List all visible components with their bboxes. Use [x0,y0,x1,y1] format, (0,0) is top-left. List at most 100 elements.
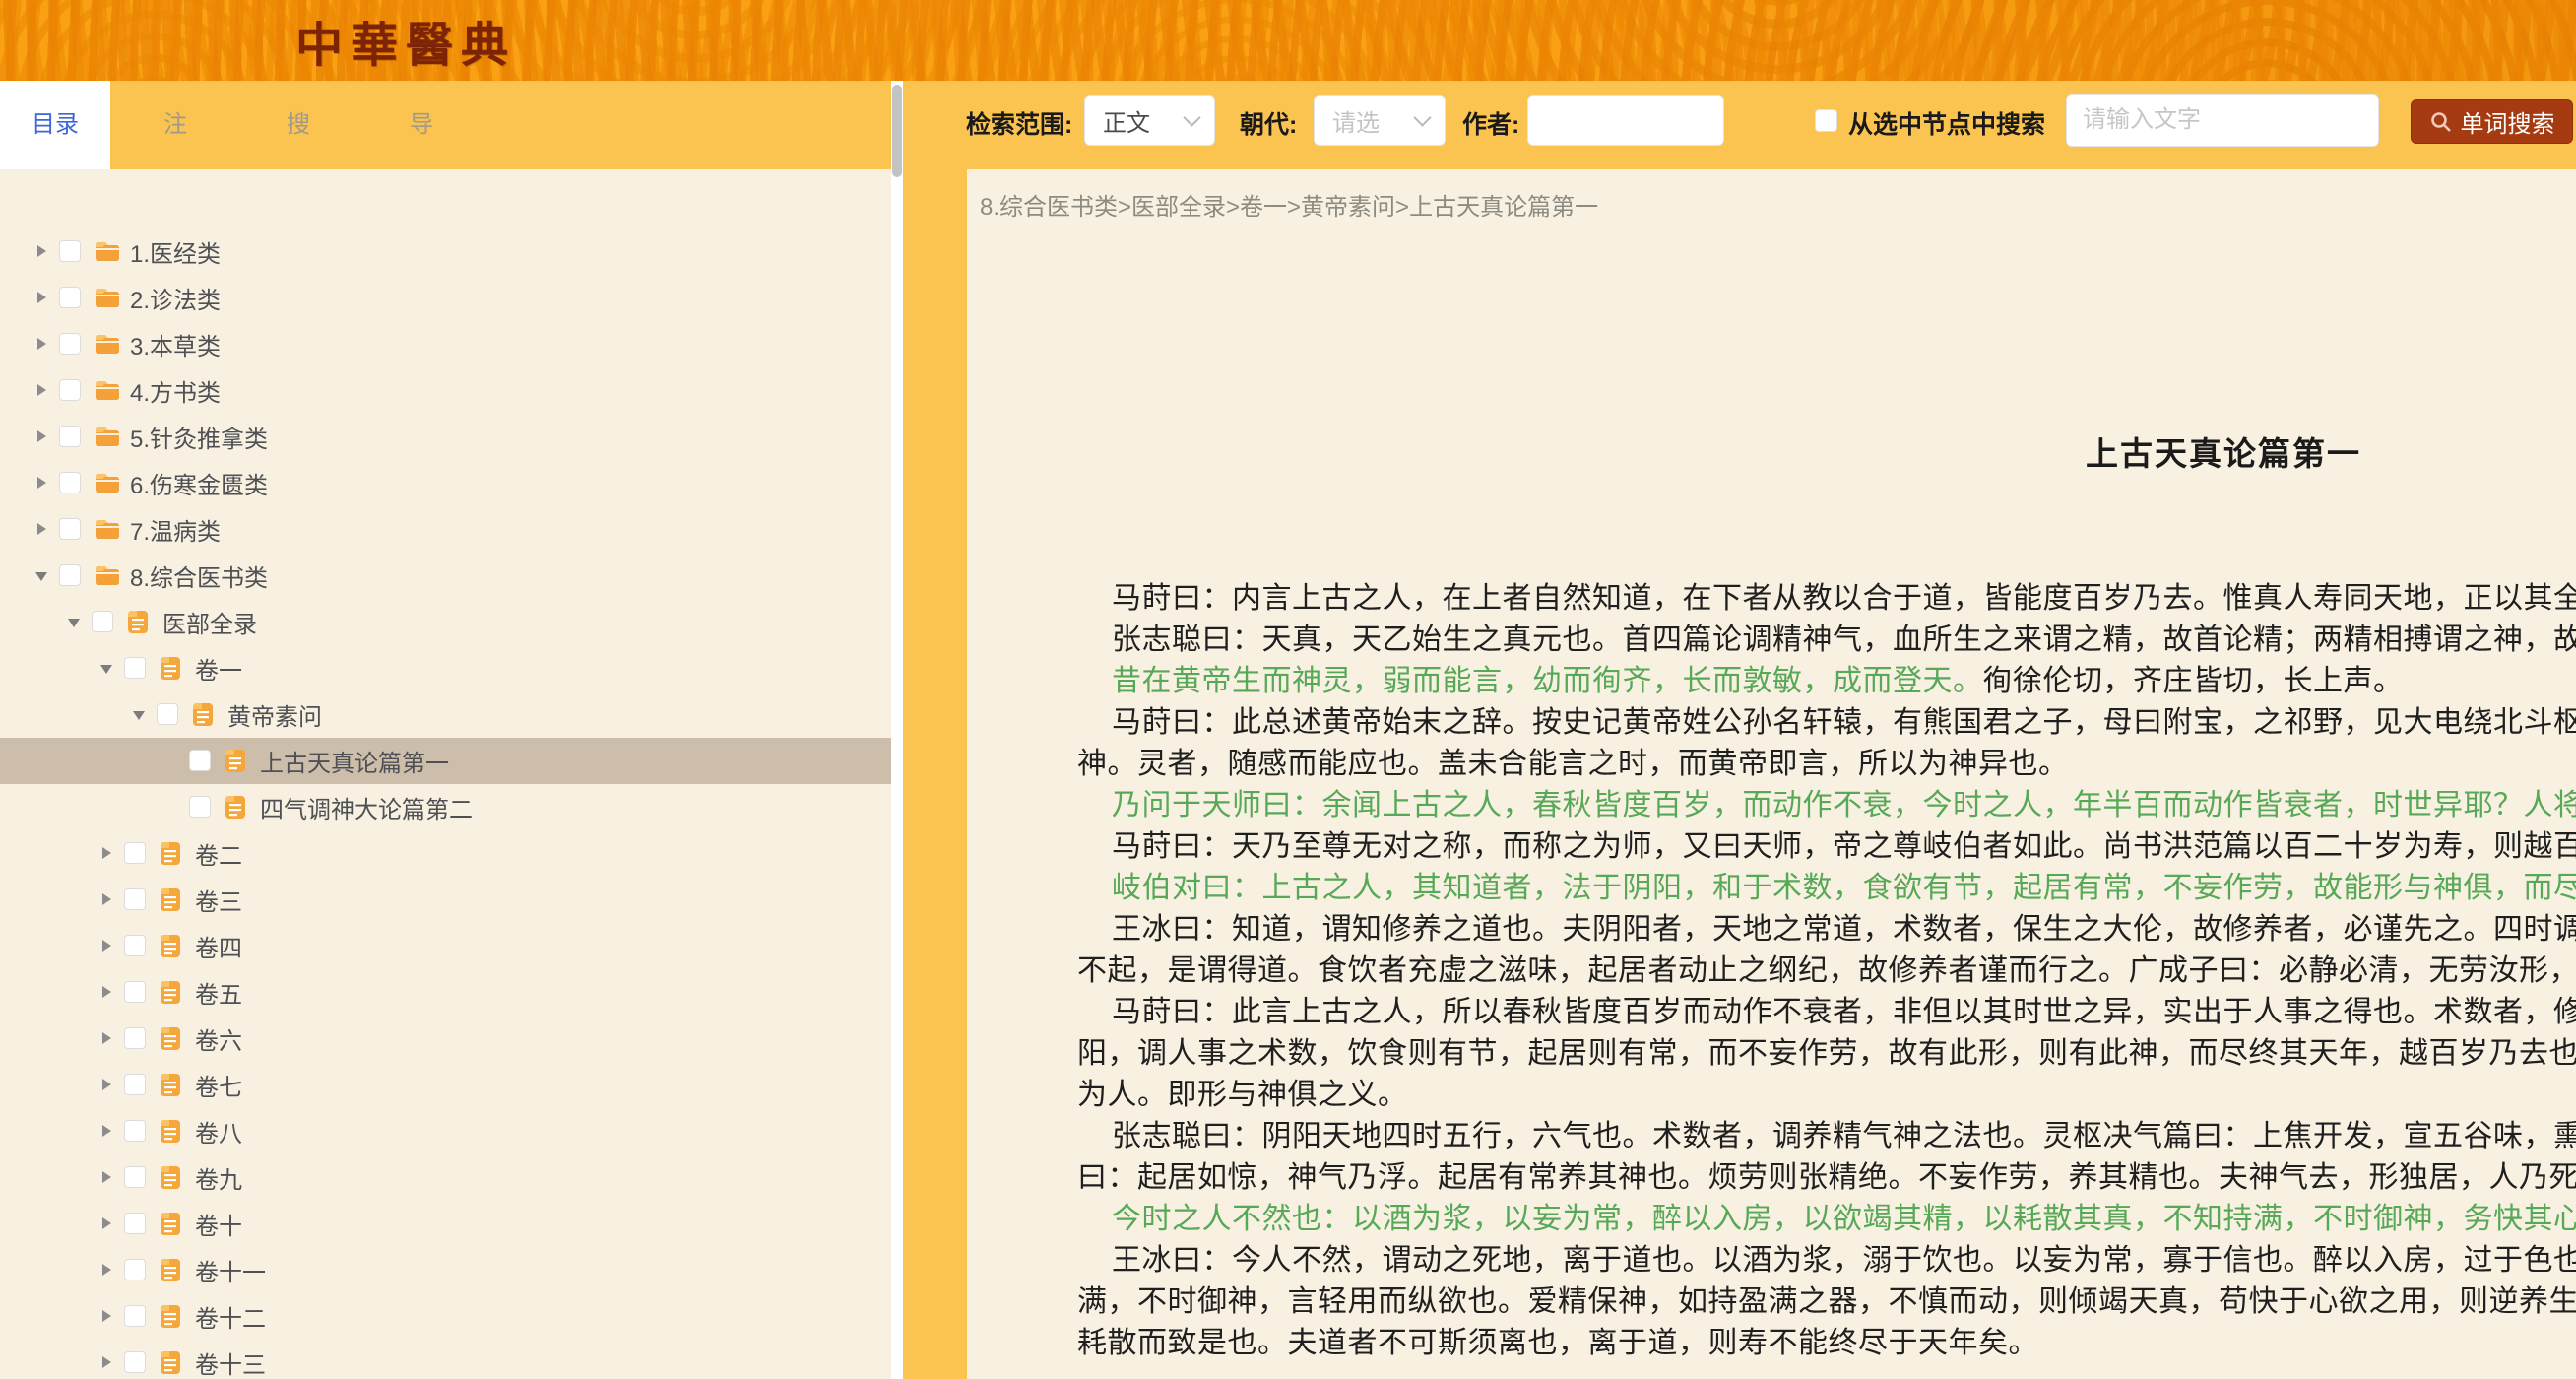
node-checkbox[interactable] [59,333,81,355]
tab-搜索[interactable]: 搜索 [276,81,321,169]
author-input[interactable] [1528,106,1723,134]
tree-node-label[interactable]: 5.针灸推拿类 [130,420,268,454]
tree-node-label[interactable]: 卷三 [195,883,242,917]
node-checkbox[interactable] [124,1120,146,1142]
tree-node-卷十[interactable]: 卷十 [0,1201,891,1247]
node-checkbox[interactable] [59,240,81,262]
tab-目录[interactable]: 目录 [0,81,110,169]
tree-node-label[interactable]: 1.医经类 [130,234,221,269]
tree-node-label[interactable]: 卷四 [195,929,242,963]
node-checkbox[interactable] [92,611,113,632]
tree-node-卷十一[interactable]: 卷十一 [0,1247,891,1293]
node-checkbox[interactable] [124,1027,146,1049]
expand-arrow-icon[interactable] [100,1355,114,1369]
tree-node-2.诊法类[interactable]: 2.诊法类 [0,275,891,321]
tree-node-label[interactable]: 卷十二 [195,1299,266,1334]
tree-node-label[interactable]: 黄帝素问 [227,697,322,732]
tree-node-label[interactable]: 2.诊法类 [130,281,221,315]
node-checkbox[interactable] [189,796,211,818]
expand-arrow-icon[interactable] [35,429,49,443]
expand-arrow-icon[interactable] [100,846,114,860]
expand-arrow-icon[interactable] [35,383,49,397]
tree-node-四气调神大论篇第二[interactable]: 四气调神大论篇第二 [0,784,891,830]
word-search-button[interactable]: 单词搜索 [2411,99,2573,144]
collapse-arrow-icon[interactable] [133,707,147,721]
left-panel-scrollbar[interactable] [891,81,903,1379]
tree-node-8.综合医书类[interactable]: 8.综合医书类 [0,553,891,599]
expand-arrow-icon[interactable] [100,1216,114,1230]
tree-node-黄帝素问[interactable]: 黄帝素问 [0,691,891,738]
tree-node-label[interactable]: 6.伤寒金匮类 [130,466,268,500]
tree-node-6.伤寒金匮类[interactable]: 6.伤寒金匮类 [0,460,891,506]
tree-node-卷十二[interactable]: 卷十二 [0,1293,891,1340]
tree-node-上古天真论篇第一[interactable]: 上古天真论篇第一 [0,738,891,784]
tree-node-3.本草类[interactable]: 3.本草类 [0,321,891,367]
tree-node-卷四[interactable]: 卷四 [0,923,891,969]
collapse-arrow-icon[interactable] [35,568,49,582]
tree-node-label[interactable]: 四气调神大论篇第二 [260,790,473,824]
node-checkbox[interactable] [59,564,81,586]
tree-node-label[interactable]: 卷十一 [195,1253,266,1287]
tree-node-label[interactable]: 卷六 [195,1021,242,1056]
tree-node-label[interactable]: 卷一 [195,651,242,686]
collapse-arrow-icon[interactable] [68,615,82,628]
expand-arrow-icon[interactable] [35,291,49,304]
tree-node-label[interactable]: 卷五 [195,975,242,1010]
tree-node-卷九[interactable]: 卷九 [0,1154,891,1201]
expand-arrow-icon[interactable] [35,244,49,258]
dynasty-select[interactable]: 请选 [1314,95,1446,146]
expand-arrow-icon[interactable] [100,1309,114,1323]
scrollbar-thumb[interactable] [892,85,902,177]
tree-node-5.针灸推拿类[interactable]: 5.针灸推拿类 [0,414,891,460]
tree-node-label[interactable]: 上古天真论篇第一 [260,744,449,778]
tree-node-医部全录[interactable]: 医部全录 [0,599,891,645]
node-checkbox[interactable] [59,379,81,401]
tab-注释[interactable]: 注释 [153,81,198,169]
tree-node-label[interactable]: 卷二 [195,836,242,871]
node-checkbox[interactable] [124,1166,146,1188]
tree-node-卷一[interactable]: 卷一 [0,645,891,691]
keyword-input[interactable] [2067,106,2378,134]
tree-node-label[interactable]: 8.综合医书类 [130,558,268,593]
expand-arrow-icon[interactable] [100,1031,114,1045]
expand-arrow-icon[interactable] [35,522,49,536]
expand-arrow-icon[interactable] [35,476,49,490]
node-checkbox[interactable] [124,1351,146,1373]
tree-node-卷二[interactable]: 卷二 [0,830,891,877]
tree-node-label[interactable]: 医部全录 [162,605,257,639]
node-checkbox[interactable] [59,518,81,540]
tree-node-label[interactable]: 卷十三 [195,1346,266,1379]
node-checkbox[interactable] [124,842,146,864]
tree-node-1.医经类[interactable]: 1.医经类 [0,229,891,275]
expand-arrow-icon[interactable] [100,985,114,999]
collapse-arrow-icon[interactable] [100,661,114,675]
tree-node-卷五[interactable]: 卷五 [0,969,891,1016]
tree-node-卷六[interactable]: 卷六 [0,1016,891,1062]
tab-导出[interactable]: 导出 [399,81,444,169]
expand-arrow-icon[interactable] [35,337,49,351]
tree-node-label[interactable]: 卷七 [195,1068,242,1102]
node-checkbox[interactable] [124,1213,146,1234]
node-checkbox[interactable] [59,426,81,447]
node-checkbox[interactable] [59,287,81,308]
tree-node-label[interactable]: 卷八 [195,1114,242,1149]
node-checkbox[interactable] [124,981,146,1003]
node-checkbox[interactable] [124,888,146,910]
node-checkbox[interactable] [124,1305,146,1327]
tree-node-label[interactable]: 卷九 [195,1160,242,1195]
tree-node-卷七[interactable]: 卷七 [0,1062,891,1108]
tree-node-label[interactable]: 卷十 [195,1207,242,1241]
node-search-checkbox[interactable] [1815,109,1837,132]
expand-arrow-icon[interactable] [100,1170,114,1184]
tree-node-卷八[interactable]: 卷八 [0,1108,891,1154]
expand-arrow-icon[interactable] [100,1124,114,1138]
node-checkbox[interactable] [157,703,178,725]
scope-select[interactable]: 正文 [1084,95,1215,146]
expand-arrow-icon[interactable] [100,1078,114,1091]
expand-arrow-icon[interactable] [100,939,114,952]
tree-node-label[interactable]: 3.本草类 [130,327,221,361]
node-checkbox[interactable] [124,657,146,679]
node-checkbox[interactable] [124,1259,146,1280]
tree-node-卷三[interactable]: 卷三 [0,877,891,923]
tree-node-卷十三[interactable]: 卷十三 [0,1340,891,1379]
